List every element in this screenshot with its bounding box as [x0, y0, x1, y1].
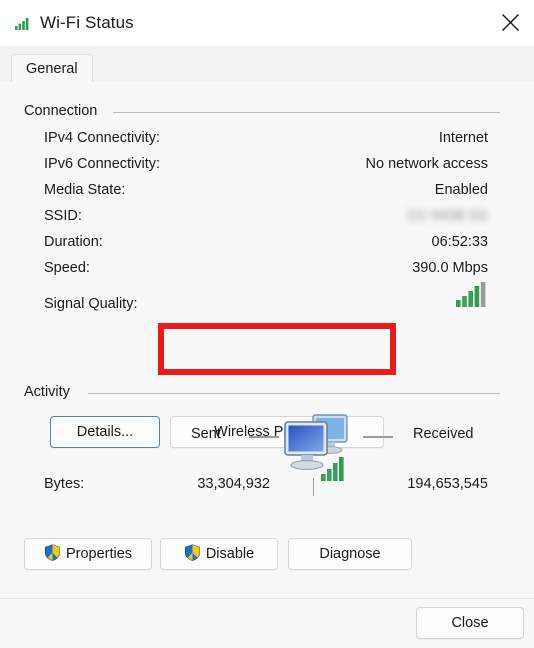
activity-divider	[313, 478, 314, 496]
connection-group-legend: Connection	[24, 103, 106, 119]
close-icon[interactable]	[486, 0, 534, 44]
row-label: Duration:	[44, 234, 103, 250]
disable-button-label: Disable	[205, 546, 255, 562]
row-value-redacted: CC-9438 5G	[406, 208, 488, 224]
network-monitors-icon	[277, 407, 355, 490]
row-value: 06:52:33	[431, 234, 488, 250]
disable-button[interactable]: Disable	[160, 538, 278, 570]
sent-label: Sent	[191, 426, 221, 442]
activity-group-rule	[88, 393, 500, 394]
title-bar: Wi-Fi Status	[0, 0, 534, 46]
row-ipv6-connectivity: IPv6 Connectivity: No network access	[44, 156, 488, 180]
row-speed: Speed: 390.0 Mbps	[44, 260, 488, 284]
bytes-sent-value: 33,304,932	[197, 476, 270, 492]
uac-shield-icon	[44, 543, 61, 565]
row-media-state: Media State: Enabled	[44, 182, 488, 206]
row-value: 390.0 Mbps	[412, 260, 488, 276]
sent-dash	[249, 436, 279, 438]
row-label: Signal Quality:	[44, 296, 138, 312]
wifi-signal-icon	[14, 15, 32, 31]
row-label: IPv6 Connectivity:	[44, 156, 161, 172]
row-value: Internet	[438, 130, 488, 146]
signal-bars-icon	[456, 282, 488, 312]
diagnose-button-label: Diagnose	[319, 546, 381, 562]
row-ssid: SSID: CC-9438 5G	[44, 208, 488, 232]
footer-separator	[0, 598, 534, 599]
row-duration: Duration: 06:52:33	[44, 234, 488, 258]
row-value: Enabled	[434, 182, 488, 198]
details-button[interactable]: Details...	[50, 416, 160, 448]
received-label: Received	[413, 426, 474, 442]
properties-button[interactable]: Properties	[24, 538, 152, 570]
annotation-highlight-box	[158, 323, 396, 375]
general-panel: Connection IPv4 Connectivity: Internet I…	[0, 82, 534, 648]
row-signal-quality: Signal Quality:	[44, 282, 488, 320]
uac-shield-icon	[184, 543, 201, 565]
details-button-label: Details...	[76, 424, 134, 440]
row-value: No network access	[365, 156, 489, 172]
close-button[interactable]: Close	[416, 607, 524, 639]
wifi-status-window: Wi-Fi Status General Connection IPv4 Con…	[0, 0, 534, 648]
bytes-label: Bytes:	[44, 476, 85, 492]
activity-group-legend: Activity	[24, 384, 78, 400]
row-label: IPv4 Connectivity:	[44, 130, 161, 146]
properties-button-label: Properties	[65, 546, 133, 562]
tab-general[interactable]: General	[11, 54, 93, 83]
window-title: Wi-Fi Status	[40, 13, 134, 32]
received-dash	[363, 436, 393, 438]
row-label: Media State:	[44, 182, 126, 198]
tab-general-label: General	[26, 61, 78, 77]
row-label: Speed:	[44, 260, 90, 276]
diagnose-button[interactable]: Diagnose	[288, 538, 412, 570]
bytes-received-value: 194,653,545	[407, 476, 488, 492]
connection-group-rule	[113, 112, 500, 113]
tab-strip: General	[0, 46, 534, 83]
close-button-label: Close	[451, 615, 489, 631]
row-ipv4-connectivity: IPv4 Connectivity: Internet	[44, 130, 488, 154]
row-label: SSID:	[44, 208, 82, 224]
